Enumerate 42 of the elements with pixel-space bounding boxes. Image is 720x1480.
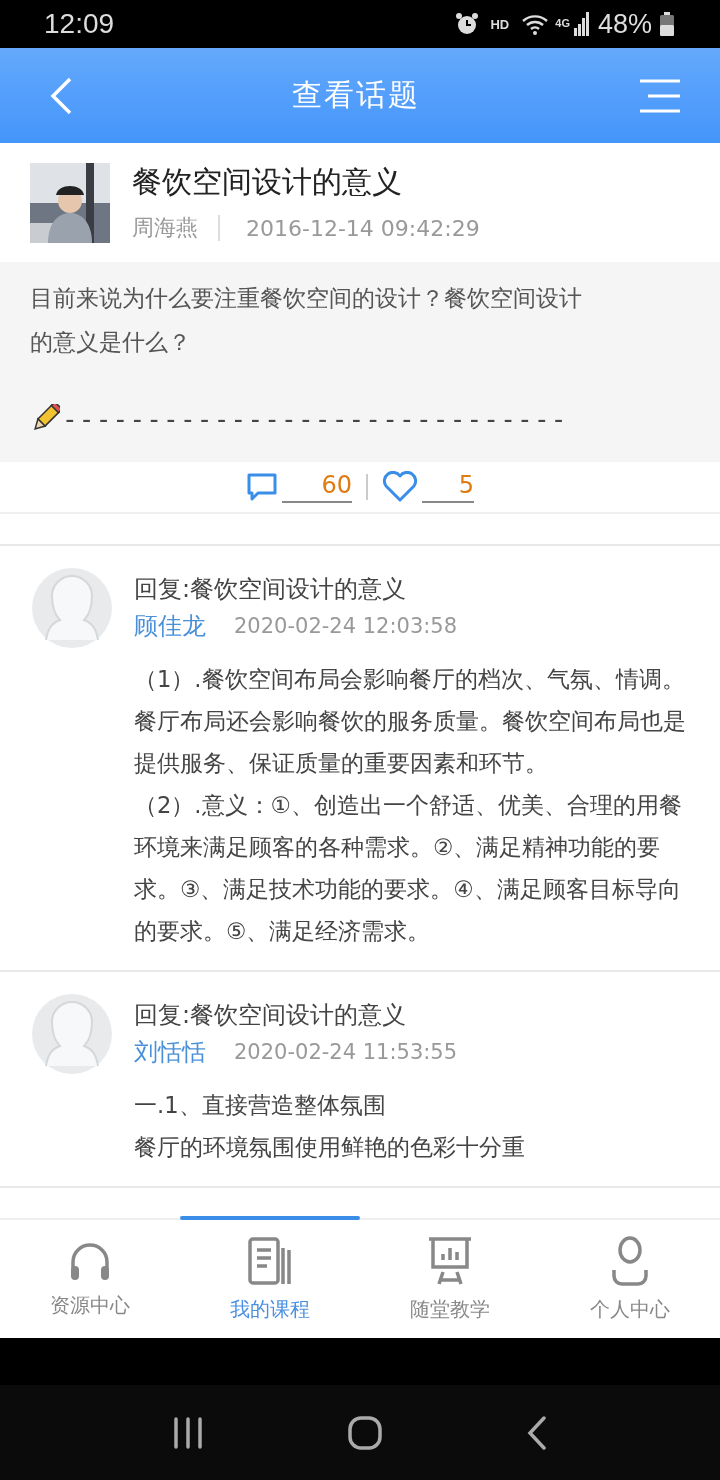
reply-author[interactable]: 刘恬恬 bbox=[134, 1036, 206, 1068]
status-time: 12:09 bbox=[44, 8, 115, 40]
battery-percent: 48% bbox=[597, 8, 652, 40]
back-icon[interactable] bbox=[526, 1415, 548, 1450]
reply-text: 餐厅的环境氛围使用鲜艳的色彩十分重 bbox=[134, 1133, 526, 1162]
reply-date: 2020-02-24 11:53:55 bbox=[234, 1040, 458, 1064]
reply-text: 一.1、直接营造整体氛围 bbox=[134, 1091, 387, 1120]
hd-label: HD bbox=[490, 16, 510, 32]
reply-author[interactable]: 顾佳龙 bbox=[134, 610, 206, 642]
signal-icon bbox=[573, 12, 590, 36]
post-text: 目前来说为什么要注重餐饮空间的设计？餐饮空间设计的意义是什么？ bbox=[30, 284, 583, 357]
presentation-icon bbox=[427, 1235, 473, 1286]
comment-icon[interactable] bbox=[246, 472, 278, 502]
home-icon[interactable] bbox=[348, 1415, 382, 1450]
reply-title: 回复:餐饮空间设计的意义 bbox=[134, 1000, 408, 1031]
avatar-icon bbox=[32, 994, 112, 1074]
nav-tab[interactable]: 个人中心 bbox=[540, 1220, 720, 1338]
reply-title: 回复:餐饮空间设计的意义 bbox=[134, 574, 408, 605]
signature-line: ------------------------------ bbox=[62, 404, 568, 434]
network-label: 4G bbox=[555, 16, 570, 29]
back-icon bbox=[48, 75, 74, 116]
menu-icon bbox=[638, 78, 682, 113]
nav-tab[interactable]: 资源中心 bbox=[0, 1220, 180, 1338]
battery-icon bbox=[660, 12, 674, 36]
back-button[interactable] bbox=[48, 75, 74, 116]
reply-text: （2）.意义：①、创造出一个舒适、优美、合理的用餐环境来满足顾客的各种需求。②、满足精神功能的要求。③、满足技术功能的要求。④、满足顾客目标导向的要求。⑤、满足经济需求。 bbox=[134, 791, 683, 946]
topic-title: 餐饮空间设计的意义 bbox=[132, 163, 403, 201]
reply-text: （1）.餐饮空间布局会影响餐厅的档次、气氛、情调。餐厅布局还会影响餐饮的服务质量。餐饮空间布局也是提供服务、保证质量的重要因素和环节。 bbox=[134, 665, 687, 778]
nav-tab[interactable]: 随堂教学 bbox=[360, 1220, 540, 1338]
author-name: 周海燕 bbox=[132, 214, 198, 242]
recent-apps-icon[interactable] bbox=[172, 1416, 204, 1449]
reply-date: 2020-02-24 12:03:58 bbox=[234, 614, 458, 638]
avatar-icon bbox=[32, 568, 112, 648]
menu-button[interactable] bbox=[638, 78, 682, 113]
comment-count: 60 bbox=[282, 471, 352, 503]
alarm-icon bbox=[454, 12, 481, 36]
post-date: 2016-12-14 09:42:29 bbox=[246, 215, 480, 241]
person-icon bbox=[610, 1235, 650, 1286]
document-icon bbox=[247, 1235, 293, 1286]
heart-icon[interactable] bbox=[382, 471, 418, 503]
like-count: 5 bbox=[422, 471, 474, 503]
page-title: 查看话题 bbox=[292, 76, 420, 114]
